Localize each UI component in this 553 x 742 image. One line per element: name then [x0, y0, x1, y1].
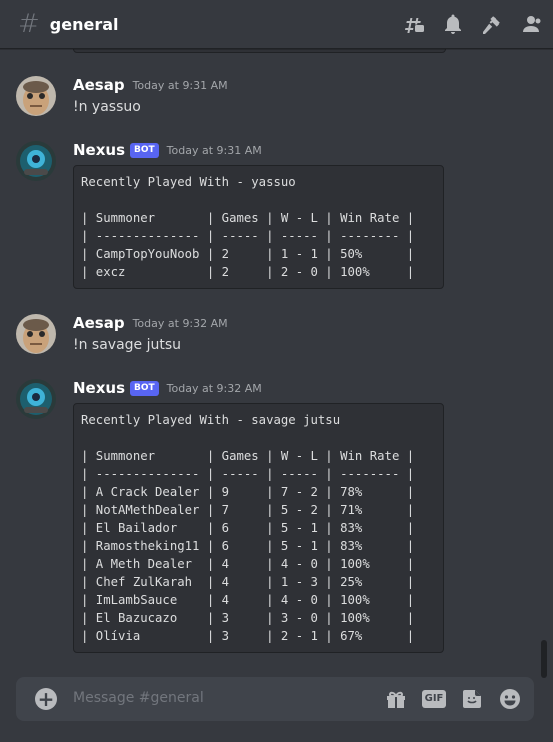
gif-button[interactable]: GIF — [422, 690, 446, 708]
avatar[interactable] — [16, 379, 56, 419]
author-name[interactable]: Aesap — [73, 314, 125, 332]
bot-badge: BOT — [130, 142, 159, 158]
timestamp: Today at 9:31 AM — [166, 143, 262, 157]
gift-icon[interactable] — [384, 687, 408, 711]
add-attachment-button[interactable]: + — [35, 688, 57, 710]
composer-toolbar: GIF — [384, 687, 522, 711]
timestamp: Today at 9:31 AM — [132, 78, 228, 92]
author-name[interactable]: Nexus — [73, 379, 125, 397]
message-text: !n yassuo — [73, 99, 141, 115]
bot-badge: BOT — [130, 380, 159, 396]
threads-icon[interactable] — [402, 12, 426, 36]
code-block: Recently Played With - yassuo | Summoner… — [73, 165, 444, 289]
message-list[interactable]: Aesap Today at 9:31 AM !n yassuo Nexus B… — [0, 49, 553, 669]
avatar[interactable] — [16, 141, 56, 181]
members-icon[interactable] — [519, 12, 543, 36]
hash-icon: # — [18, 9, 40, 39]
scrollbar-thumb[interactable] — [541, 640, 547, 678]
pin-icon[interactable] — [480, 12, 504, 36]
message-header: Nexus BOT Today at 9:31 AM — [73, 141, 262, 159]
timestamp: Today at 9:32 AM — [166, 381, 262, 395]
previous-code-block — [73, 49, 446, 53]
bell-icon[interactable] — [441, 12, 465, 36]
message-text: !n savage jutsu — [73, 337, 182, 353]
author-name[interactable]: Nexus — [73, 141, 125, 159]
message-header: Aesap Today at 9:32 AM — [73, 314, 228, 332]
message-header: Aesap Today at 9:31 AM — [73, 76, 228, 94]
channel-name: general — [49, 14, 119, 34]
emoji-icon[interactable] — [498, 687, 522, 711]
sticker-icon[interactable] — [460, 687, 484, 711]
header-toolbar — [402, 12, 543, 36]
author-name[interactable]: Aesap — [73, 76, 125, 94]
message-composer: + Message #general GIF — [16, 677, 534, 721]
message-header: Nexus BOT Today at 9:32 AM — [73, 379, 262, 397]
avatar[interactable] — [16, 76, 56, 116]
channel-header: # general — [0, 0, 553, 49]
timestamp: Today at 9:32 AM — [132, 316, 228, 330]
code-block: Recently Played With - savage jutsu | Su… — [73, 403, 444, 653]
avatar[interactable] — [16, 314, 56, 354]
message-input[interactable]: Message #general — [73, 690, 204, 706]
